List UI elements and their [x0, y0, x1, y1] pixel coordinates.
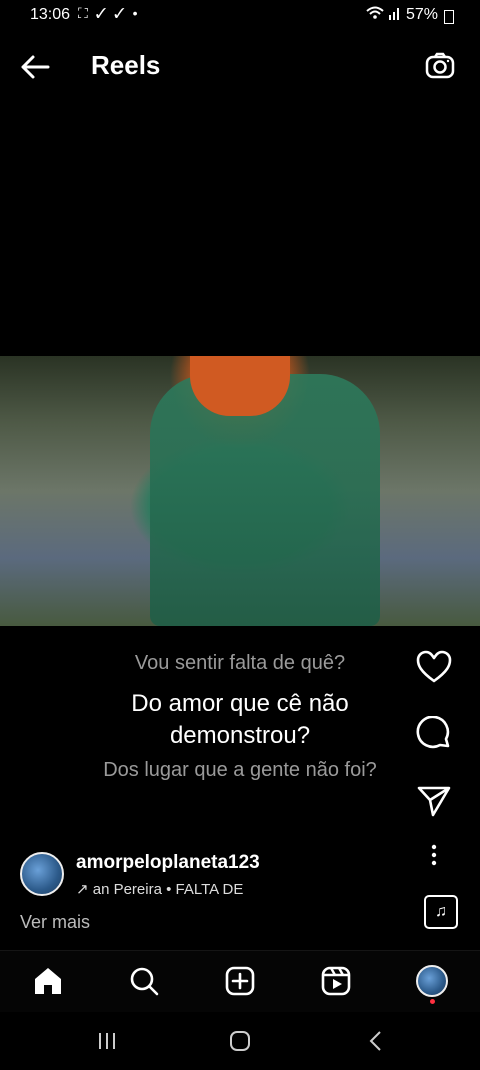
notification-dot — [429, 999, 435, 1004]
arrow-left-icon[interactable] — [18, 52, 52, 82]
bottom-tab-bar — [0, 950, 480, 1013]
lyric-current-line: Do amor que cê não demonstrou? — [0, 688, 480, 752]
reel-video[interactable] — [0, 356, 480, 626]
more-vertical-icon[interactable] — [416, 842, 460, 882]
see-more-link[interactable]: Ver mais — [20, 912, 90, 933]
notification-icons: ⛶ ✓ ✓ • — [78, 5, 140, 21]
heart-icon[interactable] — [416, 650, 460, 690]
status-time: 13:06 — [30, 6, 71, 23]
camera-icon[interactable] — [424, 50, 456, 82]
profile-avatar[interactable] — [416, 965, 448, 1004]
recent-apps-icon[interactable] — [96, 1030, 118, 1057]
system-nav-bar — [0, 1012, 480, 1070]
comment-icon[interactable] — [416, 715, 460, 756]
create-icon[interactable] — [224, 965, 256, 997]
signal-icon — [388, 6, 402, 23]
reels-header: Reels — [0, 32, 480, 100]
reels-icon[interactable] — [320, 965, 352, 997]
search-icon[interactable] — [128, 965, 160, 997]
wifi-icon — [366, 6, 384, 23]
lyric-previous-line: Vou sentir falta de quê? — [134, 652, 346, 674]
lyric-current-text: Do amor que cê não demonstrou? — [131, 690, 349, 749]
home-button-icon[interactable] — [229, 1030, 251, 1057]
status-bar: 13:06 ⛶ ✓ ✓ • 57% — [0, 0, 480, 32]
send-icon[interactable] — [416, 784, 460, 824]
video-hair — [190, 356, 290, 416]
username[interactable]: amorpeloplaneta123 — [76, 852, 260, 874]
page-title: Reels — [91, 50, 161, 80]
battery-icon — [444, 10, 454, 24]
avatar[interactable] — [20, 852, 64, 896]
home-icon[interactable] — [32, 965, 64, 997]
audio-track-link[interactable]: ↗ an Pereira • FALTA DE — [76, 880, 243, 898]
battery-level: 57% — [405, 6, 438, 23]
music-note-icon[interactable]: ♫ — [424, 895, 458, 929]
back-icon[interactable] — [365, 1030, 387, 1057]
lyric-next-line: Dos lugar que a gente não foi? — [103, 759, 377, 781]
